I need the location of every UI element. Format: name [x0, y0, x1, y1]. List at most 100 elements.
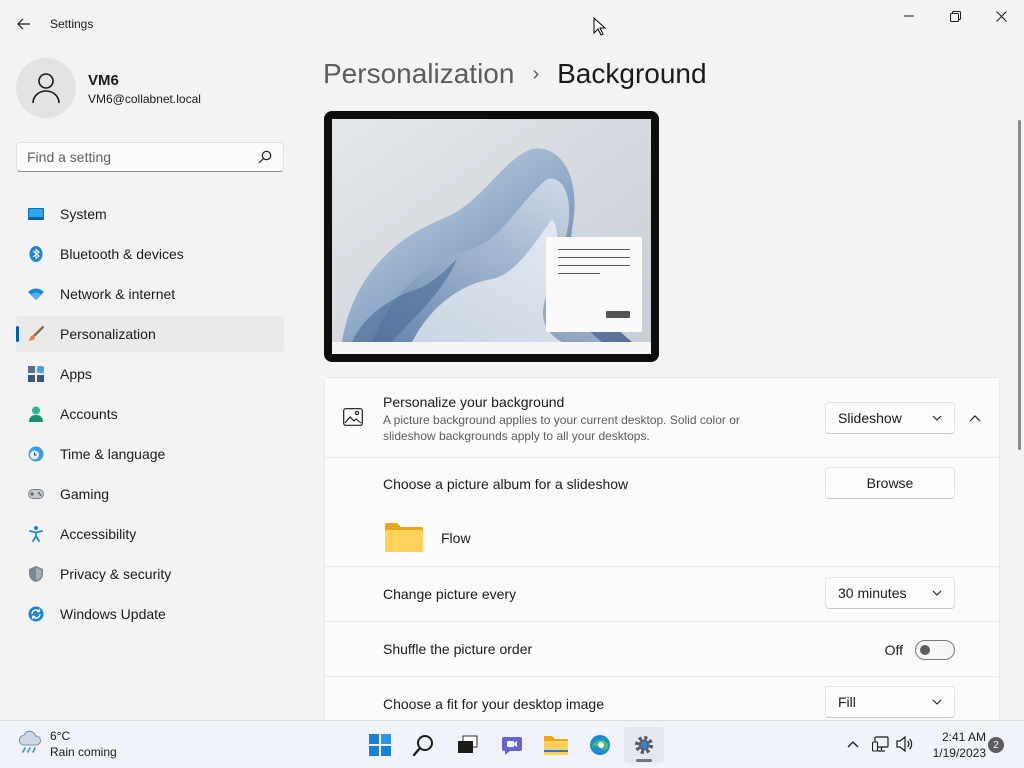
minimize-icon	[904, 15, 914, 17]
clock-time: 2:41 AM	[941, 730, 986, 744]
sidebar-item-privacy[interactable]: Privacy & security	[16, 556, 284, 592]
sidebar-item-label: Personalization	[60, 326, 156, 342]
shuffle-toggle[interactable]	[915, 640, 955, 660]
sidebar-item-bluetooth[interactable]: Bluetooth & devices	[16, 236, 284, 272]
sidebar-item-windows-update[interactable]: Windows Update	[16, 596, 284, 632]
change-picture-label: Change picture every	[383, 586, 517, 602]
browse-button[interactable]: Browse	[825, 467, 955, 499]
file-explorer-icon	[544, 736, 568, 755]
sidebar-item-time-language[interactable]: Time & language	[16, 436, 284, 472]
preview-button	[606, 311, 630, 318]
sidebar-item-accounts[interactable]: Accounts	[16, 396, 284, 432]
preview-line	[558, 265, 630, 266]
shuffle-row: Shuffle the picture order Off	[325, 622, 999, 677]
network-icon	[872, 736, 889, 752]
taskbar-search-button[interactable]	[404, 727, 444, 763]
update-icon	[28, 606, 44, 622]
search-icon[interactable]	[257, 149, 273, 165]
folder-icon	[385, 522, 423, 557]
sidebar-item-system[interactable]: System	[16, 196, 284, 232]
wallpaper-preview-image	[332, 119, 651, 342]
sidebar-item-label: Apps	[60, 366, 92, 382]
volume-tray-button[interactable]	[894, 733, 916, 755]
notification-badge[interactable]: 2	[988, 737, 1004, 753]
sidebar-item-label: Gaming	[60, 486, 110, 502]
shield-icon	[28, 566, 44, 582]
clock-date: 1/19/2023	[932, 746, 986, 760]
sidebar-item-network[interactable]: Network & internet	[16, 276, 284, 312]
interval-dropdown[interactable]: 30 minutes	[825, 577, 955, 609]
fit-row: Choose a fit for your desktop image Fill	[325, 677, 999, 720]
edge-browser-button[interactable]	[580, 727, 620, 763]
toggle-state: Off	[884, 642, 903, 658]
slideshow-album-row: Choose a picture album for a slideshow B…	[325, 458, 999, 567]
search-icon	[413, 735, 433, 756]
weather-widget[interactable]: 6°C Rain coming	[16, 729, 117, 759]
settings-card: Personalize your background A picture ba…	[324, 377, 1000, 720]
dropdown-value: 30 minutes	[838, 585, 907, 601]
close-button[interactable]	[978, 4, 1024, 28]
back-button[interactable]	[10, 12, 38, 36]
apps-icon	[28, 366, 44, 382]
dropdown-value: Fill	[838, 694, 856, 710]
chat-button[interactable]	[492, 727, 532, 763]
background-type-dropdown[interactable]: Slideshow	[825, 402, 955, 434]
user-icon	[32, 73, 60, 104]
album-folder-name: Flow	[441, 530, 471, 546]
sidebar-item-label: Windows Update	[60, 606, 166, 622]
sidebar-item-personalization[interactable]: Personalization	[16, 316, 284, 352]
start-button[interactable]	[360, 727, 400, 763]
chevron-down-icon	[932, 590, 942, 596]
personalize-background-description: A picture background applies to your cur…	[383, 413, 740, 443]
wifi-icon	[28, 286, 44, 302]
sidebar-item-gaming[interactable]: Gaming	[16, 476, 284, 512]
preview-taskbar	[332, 342, 651, 354]
sidebar-item-label: Network & internet	[60, 286, 176, 302]
sidebar-item-accessibility[interactable]: Accessibility	[16, 516, 284, 552]
scrollbar[interactable]	[1018, 120, 1021, 450]
search-input[interactable]	[27, 149, 257, 165]
accounts-icon	[28, 406, 44, 422]
sidebar-nav: System Bluetooth & devices Network & int…	[16, 196, 284, 636]
chevron-down-icon	[932, 699, 942, 705]
collapse-button[interactable]	[963, 406, 987, 430]
network-tray-button[interactable]	[870, 733, 892, 755]
fit-label: Choose a fit for your desktop image	[383, 696, 605, 712]
weather-desc: Rain coming	[50, 745, 117, 759]
close-icon	[995, 10, 1007, 22]
file-explorer-button[interactable]	[536, 727, 576, 763]
image-icon	[343, 408, 363, 431]
avatar[interactable]	[16, 58, 76, 118]
minimize-button[interactable]	[886, 4, 932, 28]
desktop-preview	[324, 111, 659, 362]
maximize-button[interactable]	[932, 4, 978, 28]
taskbar: 6°C Rain coming 2:41 AM 1/19/2023 2	[0, 720, 1024, 768]
user-name: VM6	[88, 72, 119, 89]
chevron-up-icon	[847, 741, 859, 748]
task-view-button[interactable]	[448, 727, 488, 763]
user-email: VM6@collabnet.local	[88, 92, 201, 106]
gamepad-icon	[28, 486, 44, 502]
search-box[interactable]	[16, 142, 284, 172]
system-icon	[28, 206, 44, 222]
mouse-cursor-icon	[593, 17, 607, 36]
sidebar-item-apps[interactable]: Apps	[16, 356, 284, 392]
show-hidden-icons-button[interactable]	[842, 733, 864, 755]
background-settings-panel: Personalize your background A picture ba…	[324, 377, 1000, 720]
time-language-icon	[28, 446, 44, 462]
page-title: Background	[557, 58, 707, 89]
rain-cloud-icon	[18, 730, 42, 753]
clock[interactable]: 2:41 AM 1/19/2023	[922, 729, 986, 761]
preview-line	[558, 249, 630, 250]
settings-icon	[635, 736, 653, 754]
dropdown-value: Slideshow	[838, 410, 902, 426]
breadcrumb-parent[interactable]: Personalization	[323, 58, 514, 90]
preview-line	[558, 273, 600, 274]
settings-app-button[interactable]	[624, 727, 664, 763]
fit-dropdown[interactable]: Fill	[825, 686, 955, 718]
personalize-background-row: Personalize your background A picture ba…	[325, 378, 999, 458]
restore-icon	[949, 10, 961, 22]
start-icon	[369, 734, 391, 756]
shuffle-label: Shuffle the picture order	[383, 641, 533, 657]
sidebar-item-label: System	[60, 206, 107, 222]
